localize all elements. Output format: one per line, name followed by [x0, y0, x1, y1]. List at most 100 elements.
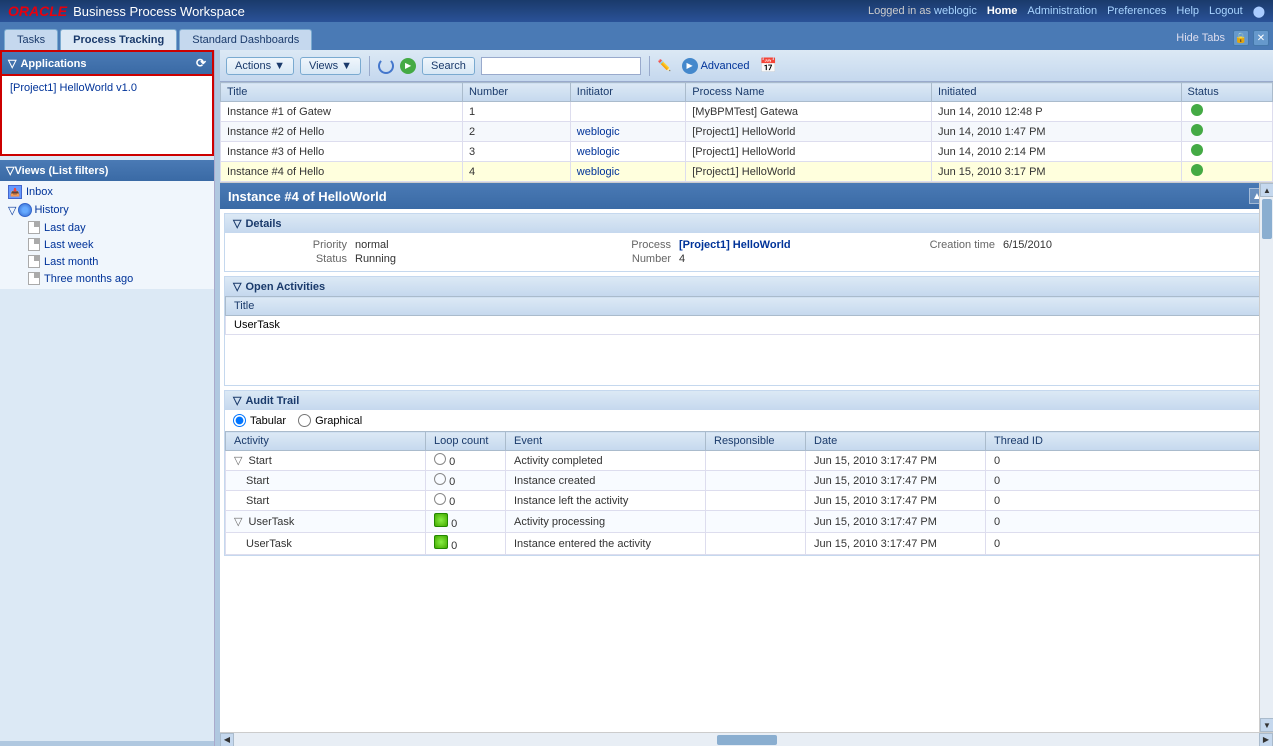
- sidebar-item-history[interactable]: ▽ History: [4, 201, 210, 219]
- audit-event: Instance created: [506, 471, 706, 491]
- tab-icon-lock[interactable]: 🔒: [1233, 30, 1249, 46]
- tab-process-tracking[interactable]: Process Tracking: [60, 29, 177, 50]
- sidebar-item-last-week[interactable]: Last week: [4, 236, 210, 253]
- history-label: History: [34, 204, 68, 216]
- tab-icon-close[interactable]: ✕: [1253, 30, 1269, 46]
- audit-row[interactable]: Start 0 Instance created Jun 15, 2010 3:…: [226, 471, 1268, 491]
- username-link[interactable]: weblogic: [934, 5, 977, 17]
- status-label: Status: [233, 253, 353, 265]
- table-row[interactable]: Instance #1 of Gatew 1 [MyBPMTest] Gatew…: [221, 102, 1273, 122]
- sidebar-resize-handle[interactable]: [0, 741, 214, 746]
- activity-row[interactable]: UserTask: [226, 316, 1268, 335]
- initiator-link[interactable]: weblogic: [577, 146, 620, 158]
- tabular-radio[interactable]: [233, 414, 246, 427]
- initiator-link[interactable]: weblogic: [577, 126, 620, 138]
- tab-standard-dashboards[interactable]: Standard Dashboards: [179, 29, 312, 50]
- initiator-link[interactable]: weblogic: [577, 166, 620, 178]
- preferences-link[interactable]: Preferences: [1107, 5, 1166, 17]
- hide-tabs-btn[interactable]: Hide Tabs: [1176, 32, 1225, 44]
- audit-col-date[interactable]: Date: [806, 432, 986, 451]
- actions-button[interactable]: Actions ▼: [226, 57, 294, 75]
- creation-time-value: 6/15/2010: [1003, 239, 1260, 251]
- refresh-apps-icon[interactable]: ⟳: [196, 56, 206, 70]
- sidebar-item-inbox[interactable]: 📥 Inbox: [4, 183, 210, 201]
- audit-table: Activity Loop count Event Responsible Da…: [225, 431, 1268, 555]
- col-status[interactable]: Status: [1181, 83, 1272, 102]
- tabular-radio-label[interactable]: Tabular: [233, 414, 286, 427]
- col-initiated[interactable]: Initiated: [931, 83, 1181, 102]
- audit-trail-header[interactable]: ▽ Audit Trail: [225, 391, 1268, 410]
- actions-dropdown-arrow: ▼: [274, 60, 285, 72]
- doc-icon: [28, 272, 40, 285]
- refresh-icon[interactable]: [378, 58, 394, 74]
- scroll-up-btn[interactable]: ▲: [1260, 183, 1273, 197]
- help-link[interactable]: Help: [1176, 5, 1199, 17]
- horizontal-scrollbar: ◀ ▶: [220, 732, 1273, 746]
- sidebar: ▽ Applications ⟳ [Project1] HelloWorld v1…: [0, 50, 215, 746]
- hscroll-left-btn[interactable]: ◀: [220, 733, 234, 746]
- sidebar-item-last-month[interactable]: Last month: [4, 253, 210, 270]
- activities-col-title[interactable]: Title: [226, 297, 1268, 316]
- collapse-icon[interactable]: ▽: [234, 516, 242, 528]
- col-number[interactable]: Number: [462, 83, 570, 102]
- audit-trail-body: Tabular Graphical Activity L: [225, 410, 1268, 555]
- details-grid: Priority normal Process [Project1] Hello…: [233, 239, 1260, 265]
- open-activities-header[interactable]: ▽ Open Activities: [225, 277, 1268, 296]
- sidebar-item-three-months-ago[interactable]: Three months ago: [4, 270, 210, 287]
- activities-spacer: [225, 335, 1268, 385]
- col-initiator[interactable]: Initiator: [570, 83, 685, 102]
- audit-col-thread[interactable]: Thread ID: [986, 432, 1268, 451]
- globe-icon: [18, 203, 32, 217]
- details-section-header[interactable]: ▽ Details: [225, 214, 1268, 233]
- collapse-icon[interactable]: ▽: [234, 455, 242, 467]
- audit-row[interactable]: ▽ Start 0 Activity completed: [226, 451, 1268, 471]
- home-btn[interactable]: Home: [987, 5, 1018, 17]
- audit-loop: 0: [426, 533, 506, 555]
- search-input[interactable]: [481, 57, 641, 75]
- views-label: Views: [309, 60, 338, 72]
- app-item[interactable]: [Project1] HelloWorld v1.0: [6, 80, 208, 96]
- views-header[interactable]: ▽ Views (List filters): [0, 160, 214, 181]
- audit-col-responsible[interactable]: Responsible: [706, 432, 806, 451]
- table-row[interactable]: Instance #3 of Hello 3 weblogic [Project…: [221, 142, 1273, 162]
- audit-row[interactable]: UserTask 0 Instance entered the activity…: [226, 533, 1268, 555]
- audit-col-event[interactable]: Event: [506, 432, 706, 451]
- admin-link[interactable]: Administration: [1027, 5, 1097, 17]
- search-button[interactable]: Search: [422, 57, 475, 75]
- graphical-radio-label[interactable]: Graphical: [298, 414, 362, 427]
- play-icon[interactable]: ▶: [400, 58, 416, 74]
- oracle-logo: ORACLE: [8, 3, 67, 19]
- scroll-thumb[interactable]: [1262, 199, 1272, 239]
- advanced-play-icon: ▶: [682, 58, 698, 74]
- last-day-label: Last day: [44, 222, 86, 234]
- audit-row[interactable]: Start 0 Instance left the activity Jun 1…: [226, 491, 1268, 511]
- audit-activity: Start: [226, 491, 426, 511]
- audit-row[interactable]: ▽ UserTask 0 Activity processing: [226, 511, 1268, 533]
- graphical-radio[interactable]: [298, 414, 311, 427]
- hscroll-thumb[interactable]: [717, 735, 777, 745]
- priority-label: Priority: [233, 239, 353, 251]
- pencil-icon[interactable]: ✏️: [658, 59, 672, 72]
- applications-collapse-arrow: ▽: [8, 58, 16, 70]
- audit-col-loop[interactable]: Loop count: [426, 432, 506, 451]
- instance-table-wrap: Title Number Initiator Process Name Init…: [220, 82, 1273, 183]
- advanced-button[interactable]: ▶ Advanced: [678, 56, 754, 76]
- table-row[interactable]: Instance #2 of Hello 2 weblogic [Project…: [221, 122, 1273, 142]
- applications-label: Applications: [20, 58, 86, 70]
- toolbar-separator: [369, 56, 370, 76]
- table-row-selected[interactable]: Instance #4 of Hello 4 weblogic [Project…: [221, 162, 1273, 182]
- applications-header[interactable]: ▽ Applications ⟳: [0, 50, 214, 76]
- tabbar: Tasks Process Tracking Standard Dashboar…: [0, 22, 1273, 50]
- views-button[interactable]: Views ▼: [300, 57, 361, 75]
- cell-status: [1181, 122, 1272, 142]
- hscroll-right-btn[interactable]: ▶: [1259, 733, 1273, 746]
- col-title[interactable]: Title: [221, 83, 463, 102]
- scroll-down-btn[interactable]: ▼: [1260, 718, 1273, 732]
- sidebar-item-last-day[interactable]: Last day: [4, 219, 210, 236]
- col-process-name[interactable]: Process Name: [686, 83, 932, 102]
- logout-link[interactable]: Logout: [1209, 5, 1243, 17]
- tab-right-controls: Hide Tabs 🔒 ✕: [1176, 30, 1269, 50]
- tab-tasks[interactable]: Tasks: [4, 29, 58, 50]
- audit-col-activity[interactable]: Activity: [226, 432, 426, 451]
- calendar-icon[interactable]: 📅: [760, 57, 777, 74]
